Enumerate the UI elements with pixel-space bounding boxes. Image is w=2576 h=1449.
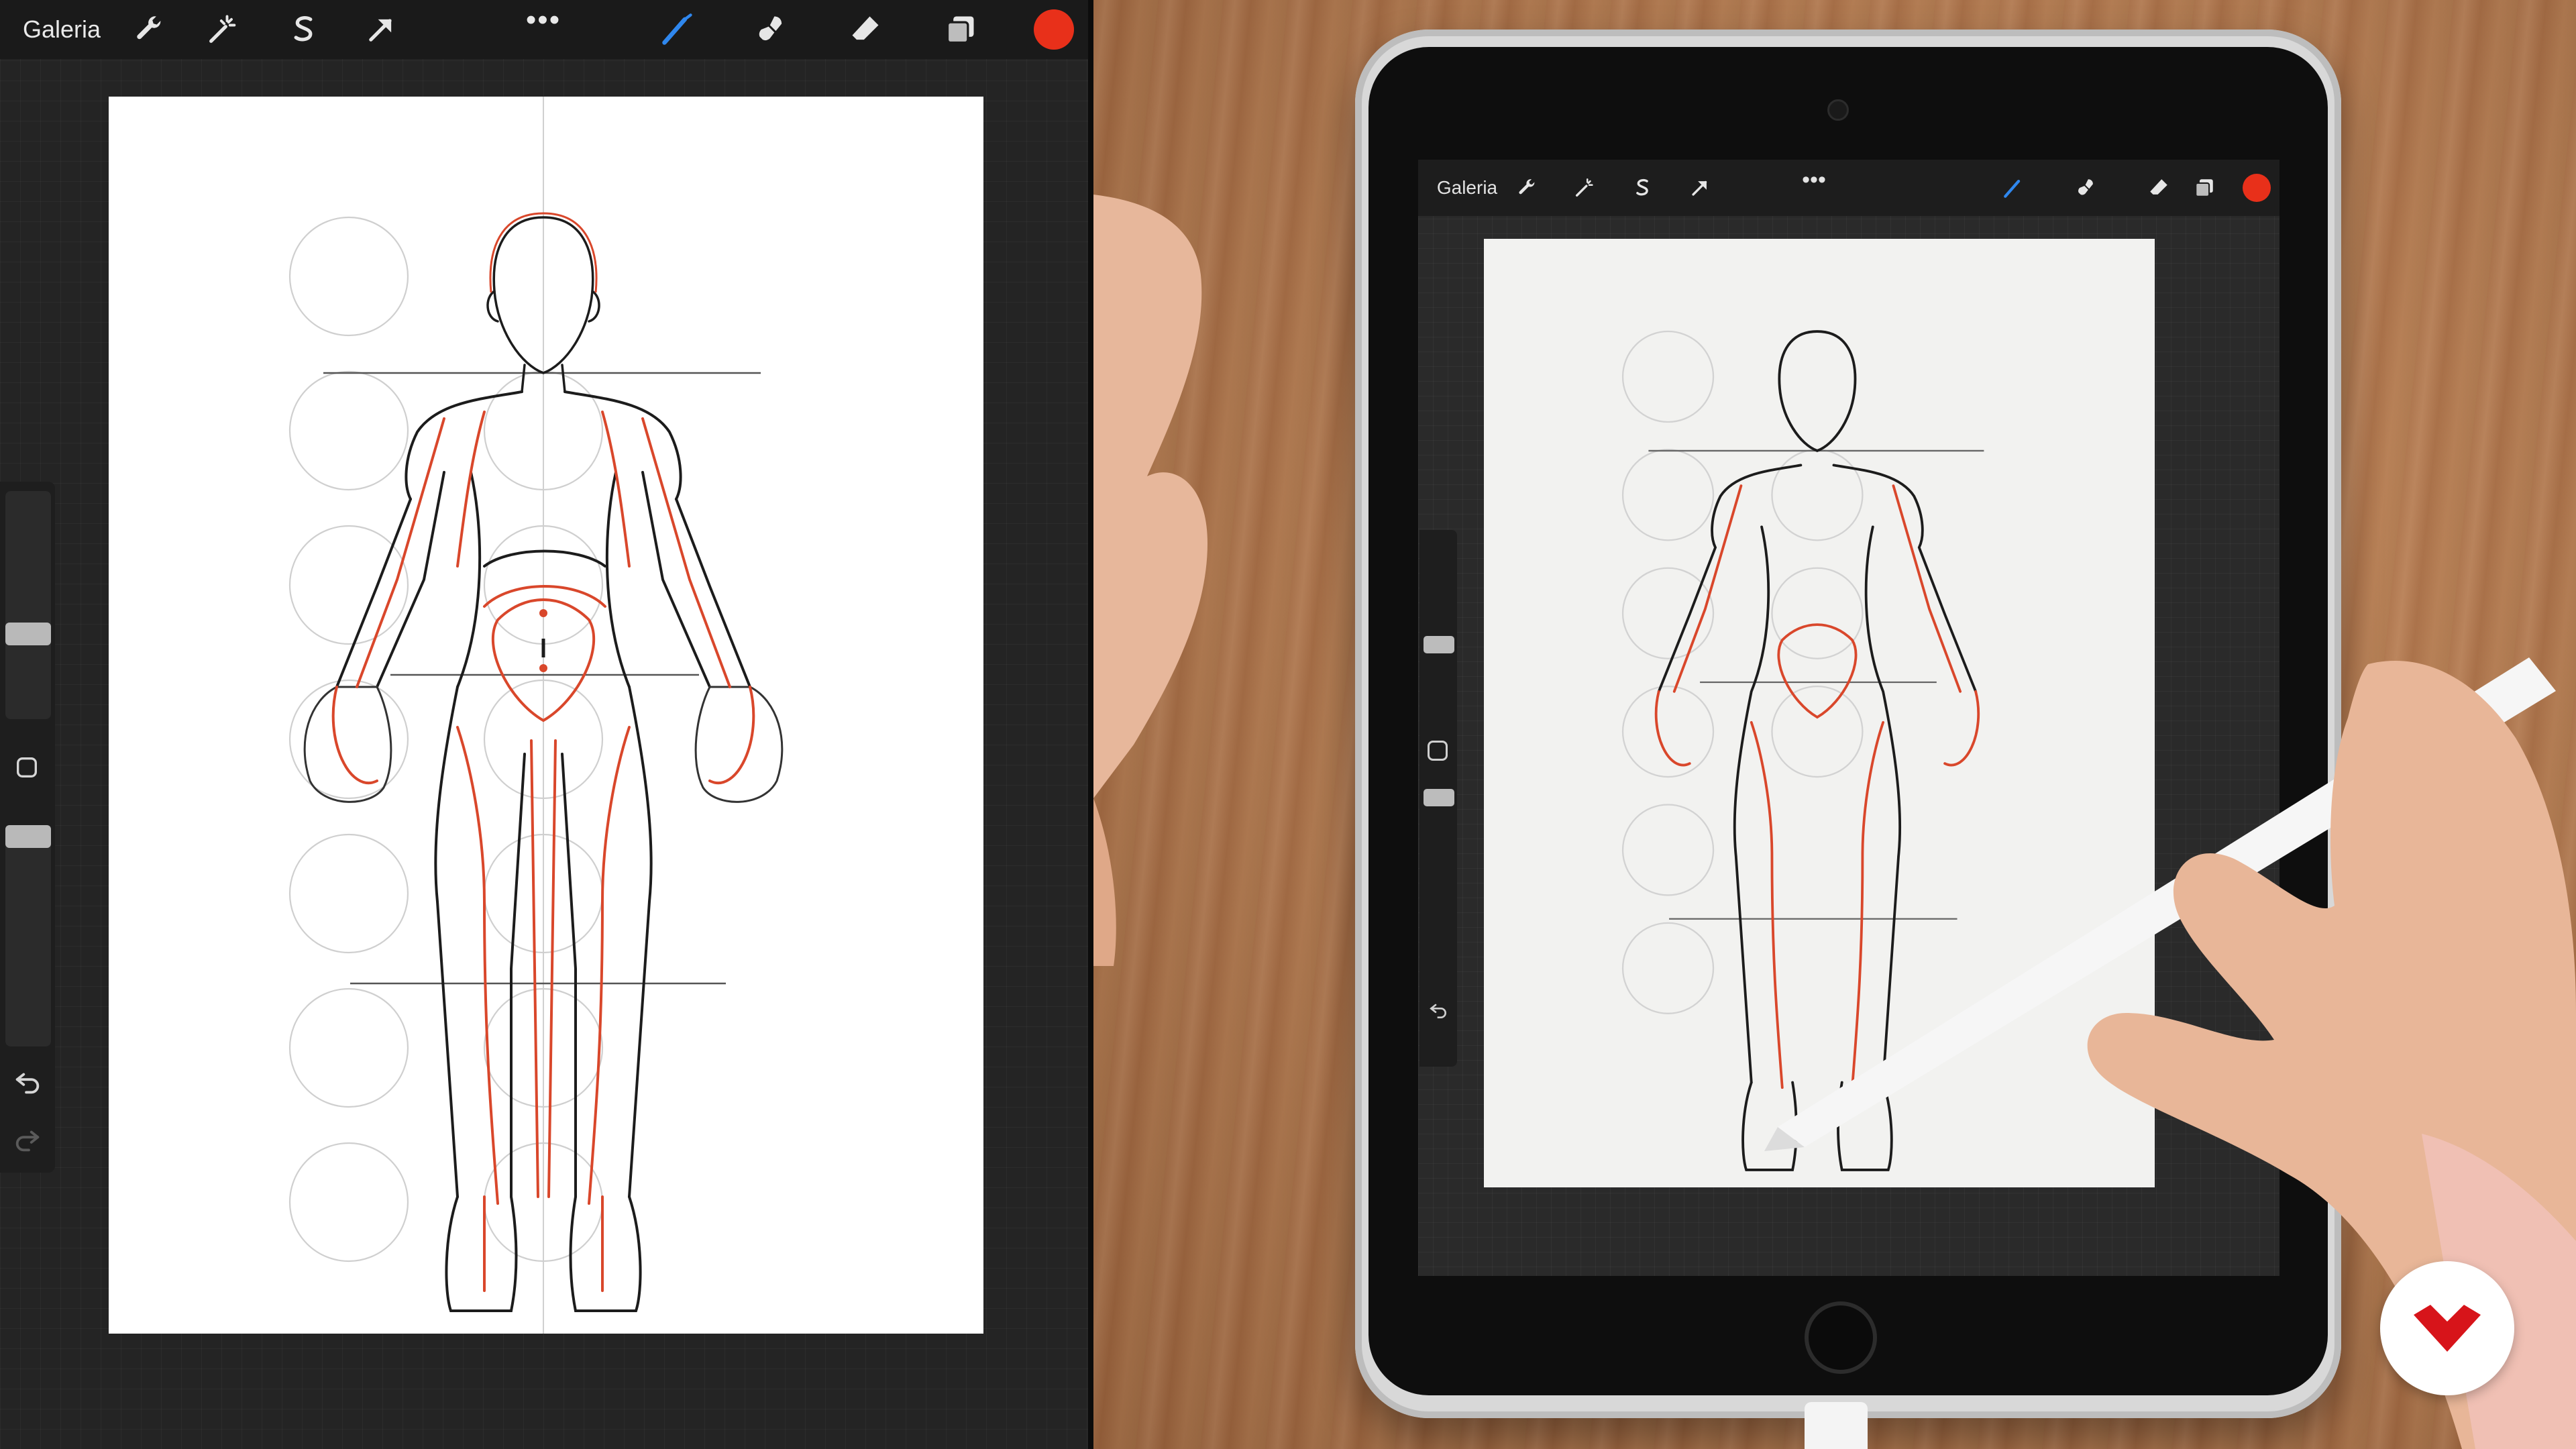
drawing-canvas[interactable]: [109, 97, 983, 1334]
tablet-color-swatch: [2243, 174, 2271, 202]
eraser-icon: [852, 16, 879, 40]
tablet-sidebar: [1419, 530, 1457, 1067]
tablet-transform-button[interactable]: [1681, 160, 1719, 216]
selection-button[interactable]: [275, 0, 331, 59]
brand-logo: [2380, 1261, 2514, 1395]
eraser-tool-button[interactable]: [837, 0, 894, 59]
transform-arrow-icon: [369, 19, 392, 42]
redo-button[interactable]: [12, 1124, 43, 1155]
home-button[interactable]: [1805, 1301, 1877, 1374]
tablet-smudge-button[interactable]: [2068, 160, 2105, 216]
tablet-size-thumb[interactable]: [1424, 636, 1454, 653]
eraser-icon: [2150, 179, 2167, 195]
transform-button[interactable]: [353, 0, 409, 59]
tablet-actions-button[interactable]: [1508, 160, 1546, 216]
selection-s-icon: [294, 16, 313, 42]
wrench-icon: [1519, 179, 1535, 195]
tablet-selection-button[interactable]: [1623, 160, 1661, 216]
brush-opacity-thumb[interactable]: [5, 825, 51, 848]
tablet-gallery-button[interactable]: Galeria: [1430, 160, 1504, 216]
desk-photo: Galeria •••: [1093, 0, 2576, 1449]
figure-sketch: [288, 97, 784, 1334]
brush-size-thumb[interactable]: [5, 623, 51, 645]
layers-icon: [946, 16, 974, 44]
smudge-icon: [2078, 179, 2093, 195]
modify-square-button[interactable]: [13, 754, 40, 781]
transform-arrow-icon: [1692, 180, 1707, 196]
magic-wand-icon: [1575, 178, 1593, 197]
tablet-top-toolbar: Galeria •••: [1418, 160, 2279, 216]
gallery-button[interactable]: Galeria: [15, 0, 109, 59]
tablet-color-button[interactable]: [2241, 160, 2273, 216]
current-color-swatch: [1034, 9, 1074, 50]
brush-icon: [662, 13, 692, 45]
tablet-more-options-button[interactable]: •••: [1794, 152, 1834, 208]
undo-button[interactable]: [12, 1067, 43, 1097]
adjustments-button[interactable]: [195, 0, 251, 59]
tablet-layers-button[interactable]: [2186, 160, 2223, 216]
left-hand: [1093, 195, 1208, 966]
color-picker-button[interactable]: [1033, 0, 1075, 59]
undo-icon[interactable]: [1428, 1000, 1449, 1021]
actions-button[interactable]: [121, 0, 177, 59]
smudge-tool-button[interactable]: [743, 0, 800, 59]
layers-button[interactable]: [932, 0, 989, 59]
split-divider: [1088, 0, 1093, 1449]
layers-icon: [2195, 179, 2213, 197]
brush-icon: [2004, 179, 2021, 198]
tablet-eraser-button[interactable]: [2140, 160, 2178, 216]
more-options-button[interactable]: •••: [517, 0, 570, 50]
wrench-icon: [137, 16, 161, 40]
magic-wand-icon: [209, 15, 236, 43]
tablet-modify-button[interactable]: [1428, 741, 1448, 761]
charging-cable: [1805, 1402, 1868, 1449]
brand-logo-icon: [2414, 1305, 2481, 1352]
brush-tool-button[interactable]: [649, 0, 706, 59]
brush-opacity-slider[interactable]: [5, 825, 51, 1046]
procreate-screen: Galeria •••: [0, 0, 1089, 1449]
smudge-icon: [759, 16, 782, 41]
tablet-opacity-thumb[interactable]: [1424, 789, 1454, 806]
selection-s-icon: [1636, 178, 1648, 196]
front-camera: [1827, 99, 1849, 121]
top-toolbar: Galeria •••: [0, 0, 1089, 59]
tablet-brush-button[interactable]: [1995, 160, 2033, 216]
tablet-adjustments-button[interactable]: [1566, 160, 1603, 216]
brush-size-slider[interactable]: [5, 491, 51, 719]
